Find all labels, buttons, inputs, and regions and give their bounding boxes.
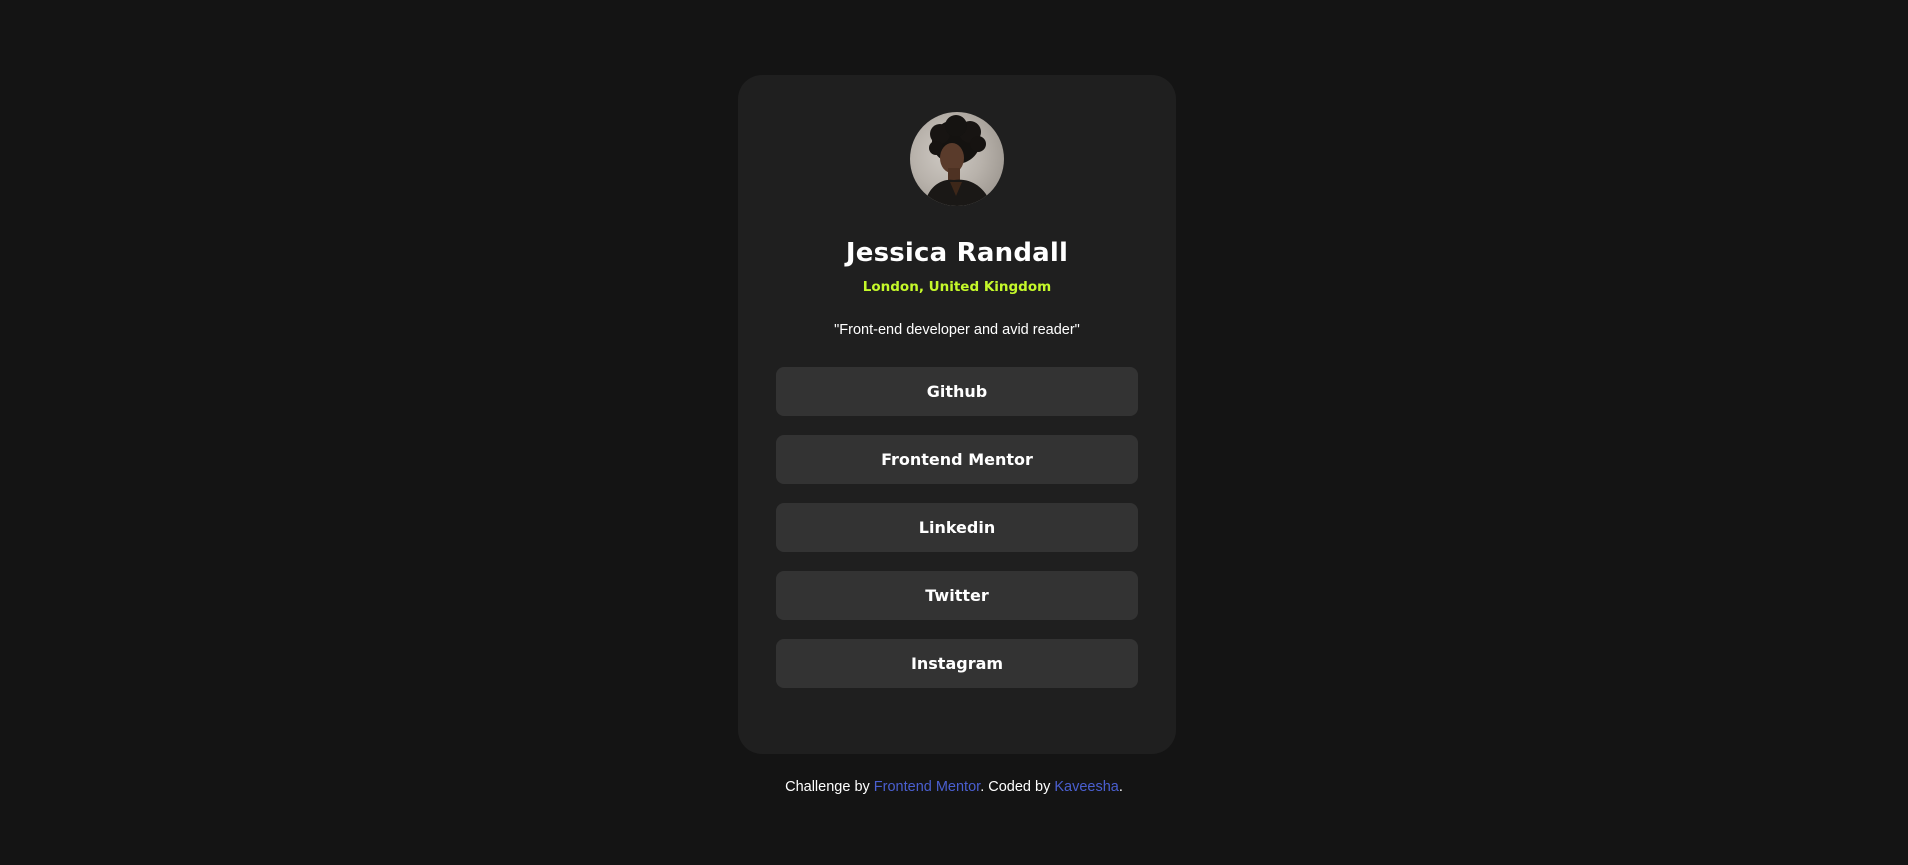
frontend-mentor-link-button[interactable]: Frontend Mentor: [776, 435, 1138, 484]
avatar: [910, 112, 1004, 206]
profile-name: Jessica Randall: [845, 238, 1069, 268]
attribution-footer: Challenge by Frontend Mentor. Coded by K…: [0, 779, 1908, 796]
profile-photo-icon: [924, 115, 992, 206]
linkedin-link-button[interactable]: Linkedin: [776, 503, 1138, 552]
profile-location: London, United Kingdom: [862, 279, 1052, 295]
github-link-button[interactable]: Github: [776, 367, 1138, 416]
frontend-mentor-footer-link[interactable]: Frontend Mentor: [874, 779, 980, 795]
instagram-link-button[interactable]: Instagram: [776, 639, 1138, 688]
profile-bio: "Front-end developer and avid reader": [834, 322, 1080, 338]
footer-prefix: Challenge by: [785, 779, 874, 795]
footer-suffix: .: [1118, 779, 1123, 795]
profile-card: Jessica Randall London, United Kingdom "…: [738, 75, 1176, 754]
author-footer-link[interactable]: Kaveesha: [1054, 779, 1119, 795]
twitter-link-button[interactable]: Twitter: [776, 571, 1138, 620]
footer-middle: . Coded by: [980, 779, 1055, 795]
social-links: Github Frontend Mentor Linkedin Twitter …: [776, 367, 1138, 688]
